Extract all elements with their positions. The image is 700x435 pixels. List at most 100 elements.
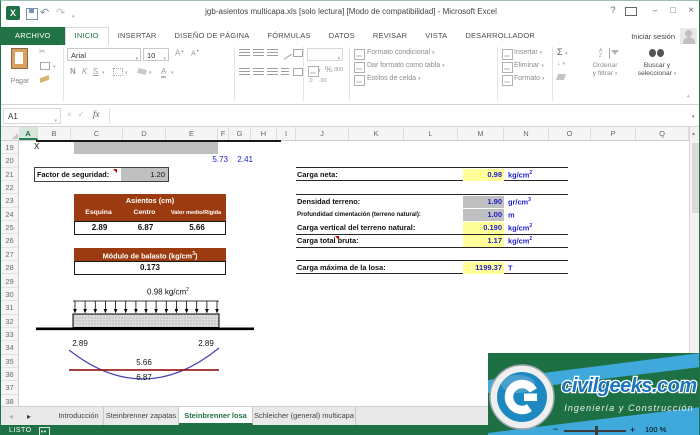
column-header-j[interactable]: J: [296, 127, 349, 140]
column-header-q[interactable]: Q: [636, 127, 689, 140]
column-header-o[interactable]: O: [549, 127, 591, 140]
copy-dropdown-icon[interactable]: ▾: [53, 64, 56, 70]
column-header-c[interactable]: C: [71, 127, 123, 140]
paste-dropdown-icon[interactable]: ▾: [18, 80, 21, 86]
cell-value-241[interactable]: 2.41: [228, 155, 253, 164]
format-painter-icon[interactable]: [40, 75, 49, 83]
row-header-28[interactable]: 28: [1, 261, 18, 274]
row-header-19[interactable]: 19: [1, 141, 18, 154]
safety-factor-box[interactable]: Factor de seguridad: 1.20: [34, 167, 169, 182]
align-right-icon[interactable]: [267, 68, 278, 76]
redo-icon[interactable]: ↷: [56, 6, 65, 21]
cut-icon[interactable]: ✂: [39, 47, 46, 56]
wrap-text-icon[interactable]: [293, 49, 303, 57]
cell-styles-button[interactable]: Estilos de celda ▾: [367, 75, 421, 82]
prev-sheet-icon[interactable]: ◂: [9, 412, 13, 421]
avatar[interactable]: [680, 28, 697, 44]
zoom-slider-thumb[interactable]: [595, 426, 598, 435]
sheet-tab-steinbrenner-losa[interactable]: Steinbrenner losa: [179, 407, 253, 425]
insert-cells-button[interactable]: Insertar ▾: [514, 49, 542, 56]
select-all-corner[interactable]: [1, 127, 20, 140]
percent-style-icon[interactable]: %: [325, 65, 332, 74]
foundation-depth-value[interactable]: 1.00: [463, 209, 504, 221]
merge-center-icon[interactable]: [293, 68, 303, 76]
row-header-29[interactable]: 29: [1, 275, 18, 288]
help-icon[interactable]: ?: [605, 5, 621, 15]
row-header-21[interactable]: 21: [1, 168, 18, 181]
align-middle-icon[interactable]: [253, 49, 264, 57]
ribbon-options-icon[interactable]: [625, 7, 637, 16]
format-as-table-button[interactable]: Dar formato como tabla ▾: [367, 62, 445, 69]
max-slab-load-value[interactable]: 1199.37: [463, 262, 504, 274]
row-header-30[interactable]: 30: [1, 288, 18, 301]
sign-in-link[interactable]: Iniciar sesión: [631, 32, 675, 41]
font-size-select[interactable]: 10▾: [143, 48, 169, 61]
ribbon-tab-vista[interactable]: VISTA: [416, 27, 456, 45]
sheet-tab-introducci-n[interactable]: Introducción: [54, 407, 104, 425]
ribbon-tab-desarrollador[interactable]: DESARROLLADOR: [456, 27, 544, 45]
macro-record-icon[interactable]: [39, 427, 50, 435]
shrink-font-icon[interactable]: A▼: [191, 48, 200, 57]
undo-icon[interactable]: ↶: [40, 6, 49, 21]
ballast-module-value[interactable]: 0.173: [74, 261, 226, 275]
align-left-icon[interactable]: [239, 68, 250, 76]
delete-cells-button[interactable]: Eliminar ▾: [514, 62, 544, 69]
column-header-m[interactable]: M: [458, 127, 504, 140]
row-header-37[interactable]: 37: [1, 381, 18, 394]
borders-icon[interactable]: [113, 68, 123, 76]
fill-color-icon[interactable]: [137, 68, 147, 75]
column-header-d[interactable]: D: [123, 127, 166, 140]
copy-icon[interactable]: [40, 62, 50, 70]
ribbon-tab-dise-o-de-p-gina[interactable]: DISEÑO DE PÁGINA: [166, 27, 259, 45]
zoom-level[interactable]: 100 %: [645, 425, 666, 434]
grow-font-icon[interactable]: A▲: [175, 48, 184, 58]
row-header-35[interactable]: 35: [1, 355, 18, 368]
number-format-select[interactable]: ▾: [307, 48, 343, 61]
soil-density-value[interactable]: 1.90: [463, 196, 504, 208]
italic-button[interactable]: K: [82, 67, 87, 76]
row-header-27[interactable]: 27: [1, 248, 18, 261]
fill-button[interactable]: ↓ ▾: [557, 60, 565, 67]
font-color-icon[interactable]: A: [161, 67, 166, 78]
accounting-dropdown-icon[interactable]: ▾: [318, 68, 321, 74]
minimize-icon[interactable]: –: [647, 5, 663, 15]
sheet-tab-steinbrenner-zapatas[interactable]: Steinbrenner zapatas: [104, 407, 179, 425]
column-header-a[interactable]: A: [19, 127, 38, 140]
row-header-23[interactable]: 23: [1, 194, 18, 207]
row-header-20[interactable]: 20: [1, 154, 18, 167]
indent-icon[interactable]: [281, 68, 289, 76]
ribbon-tab-f-rmulas[interactable]: FÓRMULAS: [258, 27, 319, 45]
column-header-f[interactable]: F: [218, 127, 229, 140]
borders-dropdown-icon[interactable]: ▾: [125, 70, 128, 76]
align-center-icon[interactable]: [253, 68, 264, 76]
row-header-33[interactable]: 33: [1, 328, 18, 341]
conditional-format-button[interactable]: Formato condicional ▾: [367, 49, 435, 56]
vertical-load-value[interactable]: 0.190: [463, 222, 504, 234]
sheet-tab-schleicher-general-multicapa[interactable]: Schleicher (general) multicapa: [253, 407, 356, 425]
clear-button-icon[interactable]: [556, 74, 566, 80]
close-icon[interactable]: ×: [683, 5, 699, 16]
column-header-p[interactable]: P: [591, 127, 636, 140]
collapse-ribbon-icon[interactable]: ▴: [687, 93, 690, 99]
column-header-l[interactable]: L: [404, 127, 458, 140]
formula-cancel-enter[interactable]: ×✓: [67, 110, 90, 119]
expand-formula-bar-icon[interactable]: ▾: [692, 114, 695, 120]
format-cells-button[interactable]: Formato ▾: [514, 75, 545, 82]
cell-value-573[interactable]: 5.73: [201, 155, 228, 164]
row-header-36[interactable]: 36: [1, 368, 18, 381]
fx-icon[interactable]: fx: [93, 109, 100, 119]
column-header-b[interactable]: B: [38, 127, 71, 140]
column-header-k[interactable]: K: [349, 127, 404, 140]
column-header-h[interactable]: H: [251, 127, 277, 140]
row-header-22[interactable]: 22: [1, 181, 18, 194]
font-color-dropdown-icon[interactable]: ▾: [171, 70, 174, 76]
column-header-i[interactable]: I: [277, 127, 296, 140]
zoom-in-icon[interactable]: +: [630, 425, 635, 435]
ribbon-tab-revisar[interactable]: REVISAR: [364, 27, 416, 45]
ribbon-tab-datos[interactable]: DATOS: [320, 27, 364, 45]
gray-band[interactable]: [74, 142, 218, 154]
row-header-25[interactable]: 25: [1, 221, 18, 234]
name-box[interactable]: A1▾: [3, 108, 61, 124]
safety-factor-value[interactable]: 1.20: [121, 168, 168, 181]
comma-style-icon[interactable]: 000: [334, 67, 343, 73]
